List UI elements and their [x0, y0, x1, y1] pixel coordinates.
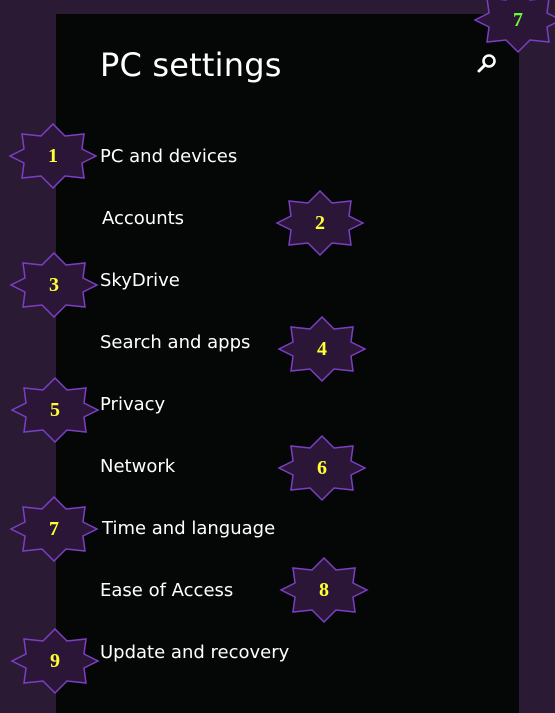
- menu-item-skydrive[interactable]: SkyDrive: [100, 270, 180, 291]
- menu-item-ease-of-access[interactable]: Ease of Access: [100, 580, 233, 601]
- annotation-number: 3: [49, 273, 59, 296]
- annotation-badge: 6: [277, 434, 367, 502]
- annotation-badge: 2: [275, 189, 365, 257]
- annotation-number: 8: [319, 578, 329, 601]
- menu-item-time-and-language[interactable]: Time and language: [102, 518, 275, 539]
- annotation-number: 9: [50, 649, 60, 672]
- annotation-badge: 7: [473, 0, 555, 54]
- annotation-badge: 5: [10, 376, 100, 444]
- annotation-badge: 9: [10, 627, 100, 695]
- menu-item-accounts[interactable]: Accounts: [102, 208, 184, 229]
- annotation-badge: 7: [9, 495, 99, 563]
- menu-item-network[interactable]: Network: [100, 456, 175, 477]
- menu-item-pc-and-devices[interactable]: PC and devices: [100, 146, 237, 167]
- page-title: PC settings: [100, 46, 282, 84]
- annotation-number: 7: [49, 517, 59, 540]
- search-icon[interactable]: [476, 52, 500, 76]
- annotation-number: 1: [48, 144, 58, 167]
- annotation-badge: 1: [8, 122, 98, 190]
- annotation-number: 6: [317, 456, 327, 479]
- annotation-number: 5: [50, 398, 60, 421]
- annotation-badge: 3: [9, 251, 99, 319]
- annotation-badge: 4: [277, 315, 367, 383]
- annotation-number: 7: [513, 8, 523, 31]
- menu-item-update-and-recovery[interactable]: Update and recovery: [100, 642, 289, 663]
- annotation-number: 2: [315, 211, 325, 234]
- menu-item-privacy[interactable]: Privacy: [100, 394, 165, 415]
- annotation-badge: 8: [279, 556, 369, 624]
- annotation-number: 4: [317, 337, 327, 360]
- menu-item-search-and-apps[interactable]: Search and apps: [100, 332, 250, 353]
